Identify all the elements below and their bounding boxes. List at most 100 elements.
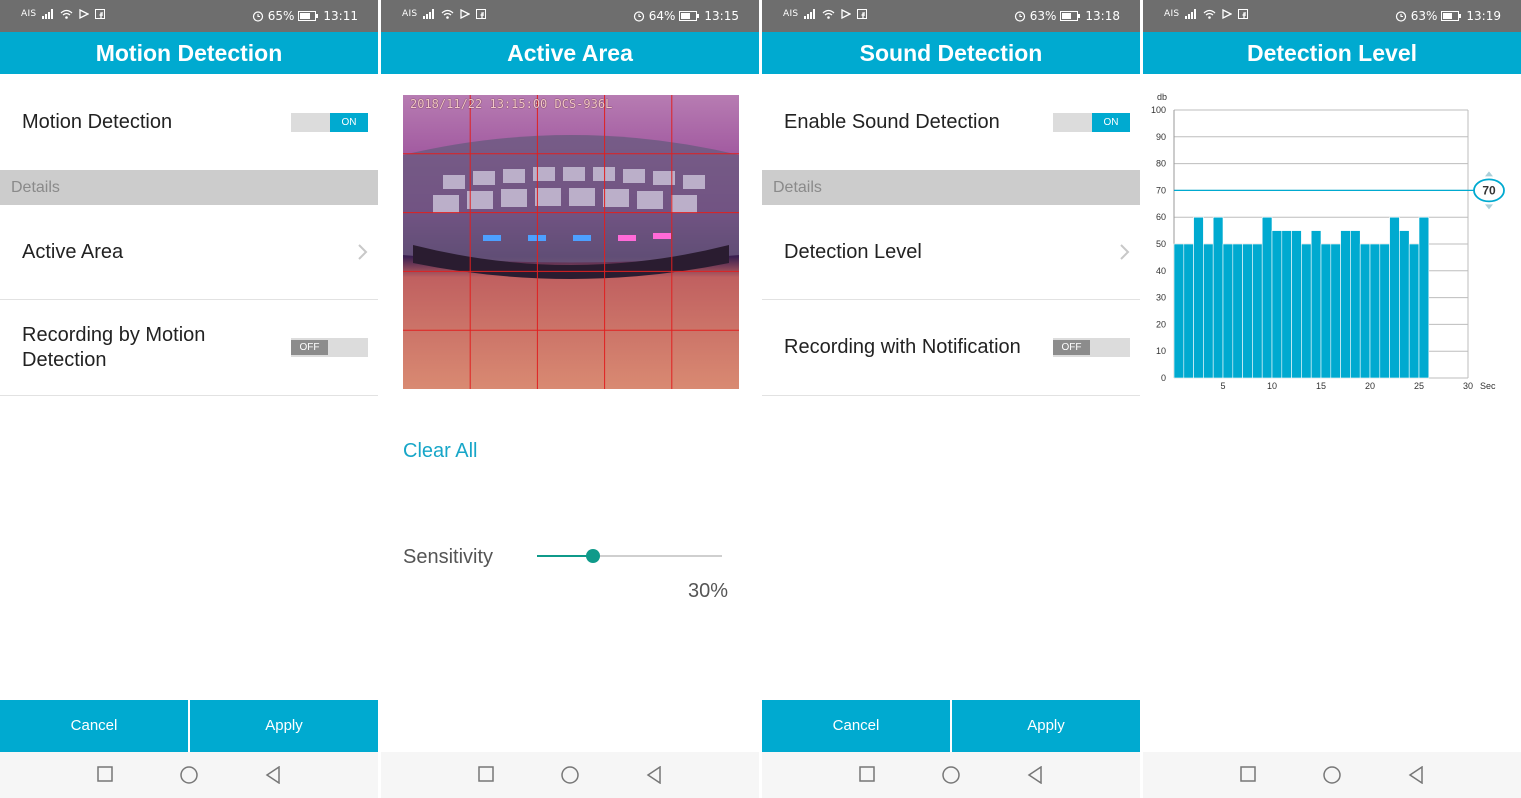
x-tick-label: 25 (1414, 381, 1424, 391)
chevron-right-icon (358, 244, 368, 260)
recording-with-notification-label: Recording with Notification (784, 336, 1021, 358)
threshold-up-arrow (1485, 171, 1493, 177)
y-tick-label: 70 (1156, 185, 1166, 195)
recording-label-line1: Recording by Motion (22, 324, 206, 346)
details-section-header: Details (762, 170, 1140, 205)
back-triangle-icon[interactable] (646, 766, 662, 784)
sensitivity-slider-thumb[interactable] (585, 549, 600, 563)
bar (1418, 216, 1430, 379)
wifi-icon (1204, 9, 1216, 19)
detection-level-chart[interactable]: 0 10 20 30 40 50 60 70 80 90 100 db 5 10 15 20 25 30 Sec 70 (1143, 84, 1521, 404)
back-triangle-icon[interactable] (1408, 766, 1424, 784)
screen-active-area: AIS 64% 13:15 Active Area 2018/11/22 13:… (381, 0, 759, 798)
carrier-label: AIS (402, 9, 418, 19)
page-title: Active Area (381, 32, 759, 74)
details-header-label: Details (11, 179, 60, 196)
camera-timestamp: 2018/11/22 13:15:00 DCS-936L (410, 97, 613, 111)
cancel-button[interactable]: Cancel (762, 700, 950, 752)
cast-icon (1222, 9, 1233, 19)
alarm-icon (252, 11, 263, 22)
facebook-icon (476, 9, 487, 19)
motion-detection-label: Motion Detection (22, 111, 173, 133)
y-tick-label: 20 (1156, 319, 1166, 329)
chevron-right-icon (1120, 244, 1130, 260)
x-tick-label: 30 (1463, 381, 1473, 391)
screen-motion-detection: AIS 65% 13:11 Motion Detection Motion De… (0, 0, 378, 798)
bar (1359, 243, 1371, 379)
status-bar: AIS 64% 13:15 (381, 0, 759, 32)
bar (1193, 216, 1204, 379)
bar (1369, 243, 1381, 379)
bar (1261, 216, 1273, 379)
sensitivity-value: 30% (687, 580, 728, 602)
signal-icon (42, 9, 54, 19)
circle-icon[interactable] (561, 766, 579, 784)
circle-icon[interactable] (1323, 766, 1341, 784)
circle-icon[interactable] (180, 766, 198, 784)
alarm-icon (1014, 11, 1025, 22)
threshold-value: 70 (1482, 183, 1496, 197)
apply-button[interactable]: Apply (190, 700, 378, 752)
enable-sound-detection-row: Enable Sound Detection ON (762, 74, 1140, 171)
toggle-off-label: OFF (1053, 340, 1090, 355)
details-header-label: Details (773, 179, 822, 196)
battery-percent: 64% (648, 9, 676, 23)
square-icon[interactable] (97, 766, 113, 782)
square-icon[interactable] (1240, 766, 1256, 782)
bar (1330, 243, 1341, 379)
camera-preview[interactable]: 2018/11/22 13:15:00 DCS-936L (403, 95, 739, 389)
sensitivity-slider[interactable] (537, 549, 722, 563)
status-bar: AIS 65% 13:11 (0, 0, 378, 32)
clock: 13:11 (323, 9, 358, 23)
square-icon[interactable] (478, 766, 494, 782)
facebook-icon (95, 9, 106, 19)
bar (1271, 230, 1283, 379)
page-title: Motion Detection (0, 32, 378, 74)
battery-icon (1441, 11, 1462, 21)
square-icon[interactable] (859, 766, 875, 782)
signal-icon (423, 9, 435, 19)
active-area-row[interactable]: Active Area (0, 205, 378, 300)
threshold-down-arrow (1485, 204, 1493, 210)
recording-label-line2: Detection (22, 349, 107, 371)
android-nav-bar (762, 752, 1140, 798)
back-triangle-icon[interactable] (1027, 766, 1043, 784)
recording-with-notification-toggle[interactable]: OFF (1053, 338, 1130, 357)
bar (1212, 216, 1224, 379)
clear-all-button[interactable]: Clear All (403, 440, 477, 463)
motion-detection-toggle[interactable]: ON (291, 113, 368, 132)
cancel-button[interactable]: Cancel (0, 700, 188, 752)
bar (1183, 243, 1194, 379)
facebook-icon (857, 9, 868, 19)
y-tick-label: 0 (1161, 373, 1166, 383)
y-axis-label: db (1157, 92, 1167, 102)
battery-percent: 65% (267, 9, 295, 23)
clock: 13:19 (1466, 9, 1501, 23)
detection-level-row[interactable]: Detection Level (762, 205, 1140, 300)
toggle-on-label: ON (330, 113, 368, 132)
battery-percent: 63% (1410, 9, 1438, 23)
apply-button[interactable]: Apply (952, 700, 1140, 752)
signal-icon (1185, 9, 1197, 19)
carrier-label: AIS (783, 9, 799, 19)
bar (1291, 230, 1302, 379)
cast-icon (79, 9, 90, 19)
battery-percent: 63% (1029, 9, 1057, 23)
back-triangle-icon[interactable] (265, 766, 281, 784)
active-area-grid[interactable] (403, 95, 739, 389)
clock: 13:15 (704, 9, 739, 23)
circle-icon[interactable] (942, 766, 960, 784)
recording-by-motion-toggle[interactable]: OFF (291, 338, 368, 357)
bar (1173, 243, 1185, 379)
bar (1301, 243, 1312, 379)
y-tick-label: 30 (1156, 293, 1166, 303)
status-bar: AIS 63% 13:18 (762, 0, 1140, 32)
y-tick-label: 100 (1151, 105, 1166, 115)
sensitivity-label: Sensitivity (403, 546, 494, 568)
carrier-label: AIS (21, 9, 37, 19)
sensitivity-slider-fill (537, 555, 593, 557)
bar (1399, 230, 1410, 379)
enable-sound-detection-toggle[interactable]: ON (1053, 113, 1130, 132)
bar (1252, 243, 1263, 379)
alarm-icon (633, 11, 644, 22)
